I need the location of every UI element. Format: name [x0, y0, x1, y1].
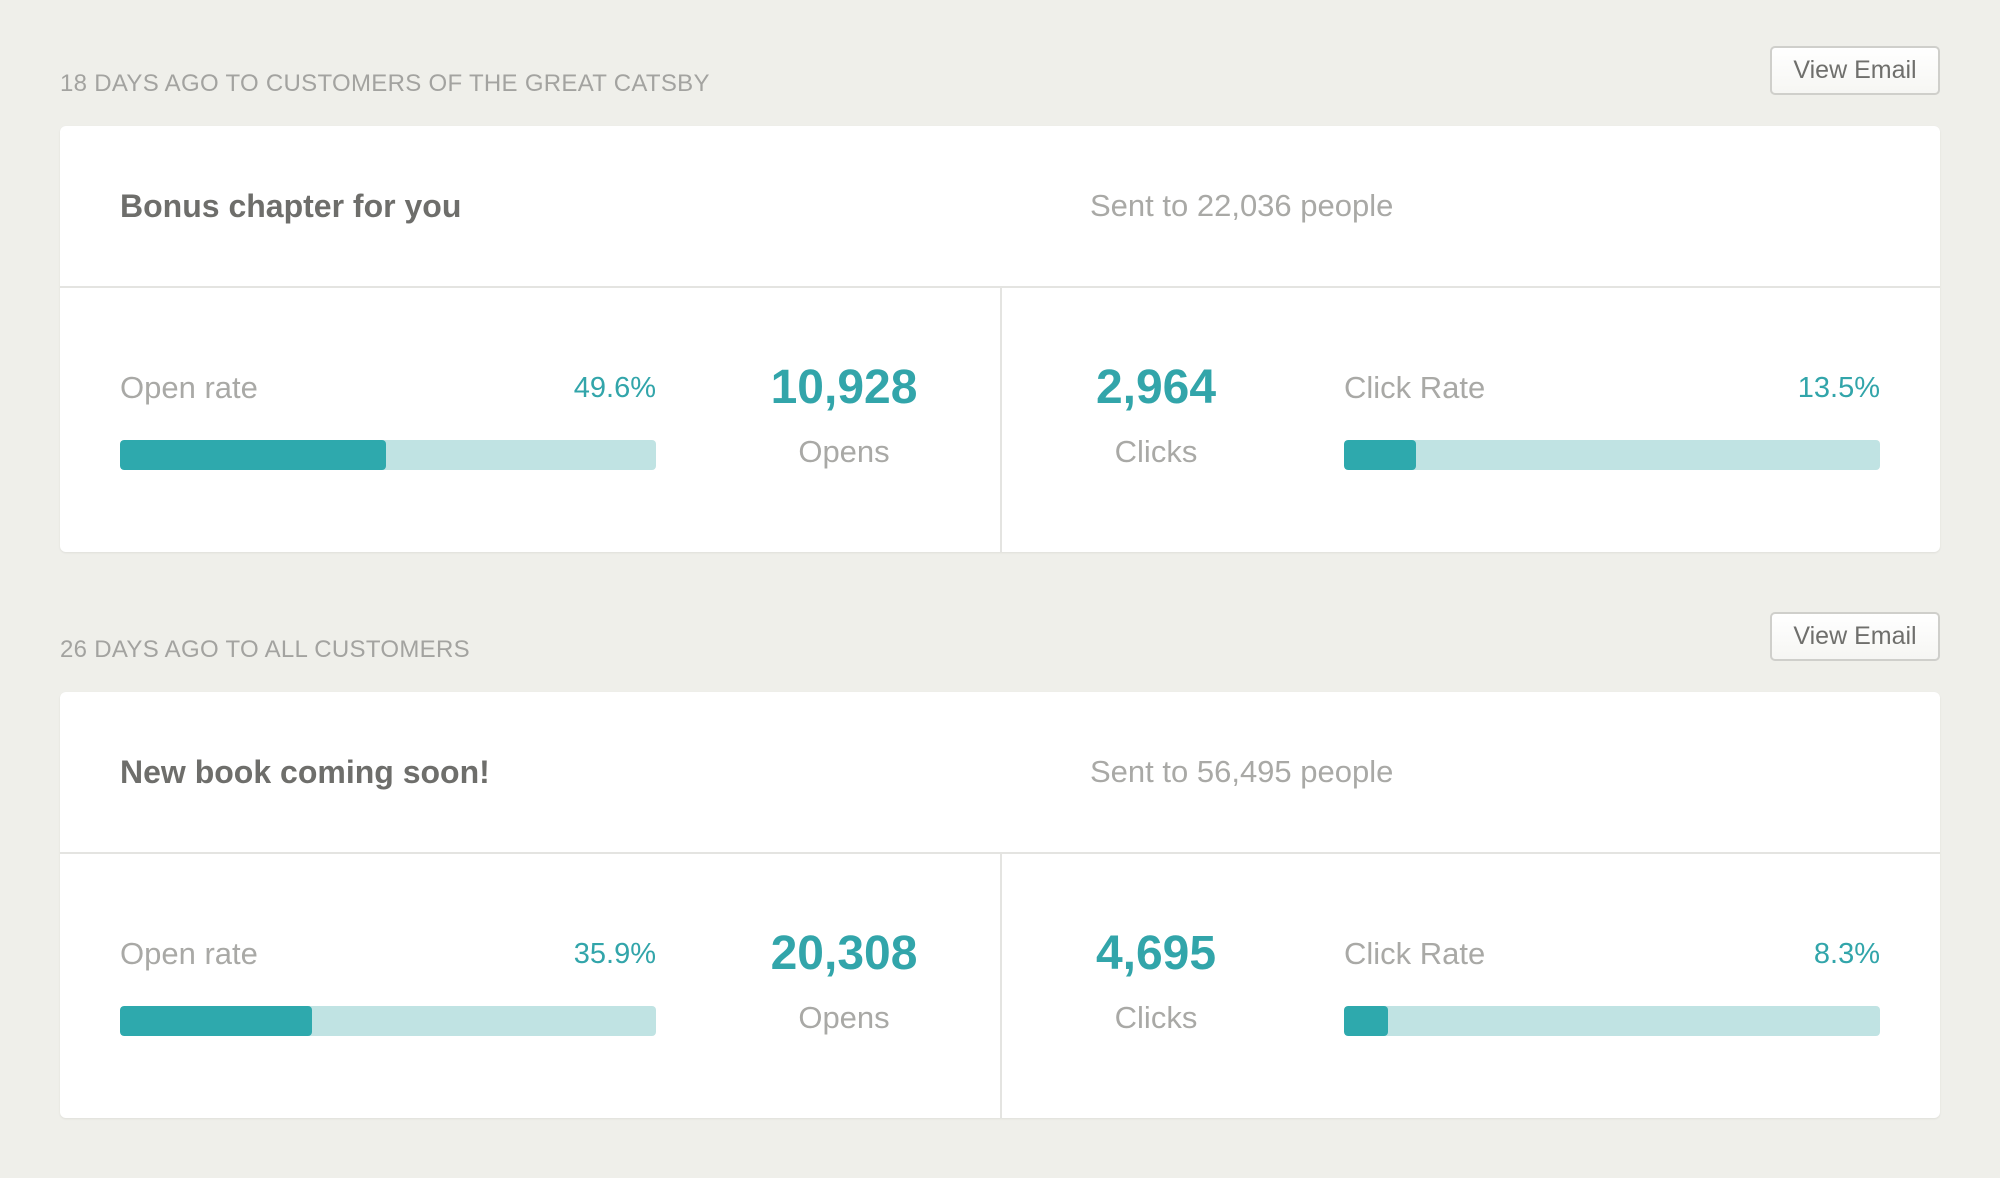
click-rate-bar	[1344, 1006, 1880, 1036]
clicks-label: Clicks	[1114, 1000, 1198, 1035]
email-subject: Bonus chapter for you	[120, 188, 462, 224]
campaign-header: 26 DAYS AGO TO ALL CUSTOMERS View Email	[60, 612, 1940, 692]
opens-label: Opens	[798, 1000, 890, 1035]
view-email-button[interactable]: View Email	[1770, 46, 1940, 95]
view-email-button[interactable]: View Email	[1770, 612, 1940, 661]
campaign-section: 26 DAYS AGO TO ALL CUSTOMERS View Email …	[60, 612, 1940, 1118]
open-rate-label: Open rate	[120, 370, 258, 405]
clicks-count: 4,695	[1095, 927, 1217, 980]
open-rate-bar-fill	[120, 440, 386, 470]
stats-divider	[1000, 288, 1002, 552]
opens-count: 10,928	[770, 361, 918, 414]
card-stats: Open rate 35.9% 20,308 Opens 4,695 Click…	[60, 854, 1940, 1118]
click-rate-bar-fill	[1344, 440, 1417, 470]
click-rate-percent: 8.3%	[1813, 938, 1880, 970]
click-rate-bar-fill	[1344, 1006, 1389, 1036]
sent-to-count: Sent to 22,036 people	[1090, 188, 1394, 223]
card-summary: New book coming soon! Sent to 56,495 peo…	[60, 692, 1940, 854]
click-rate-label: Click Rate	[1344, 370, 1486, 405]
click-rate-percent: 13.5%	[1797, 372, 1880, 404]
open-rate-bar-fill	[120, 1006, 313, 1036]
email-subject: New book coming soon!	[120, 754, 490, 790]
click-rate-bar	[1344, 440, 1880, 470]
clicks-label: Clicks	[1114, 434, 1198, 469]
open-rate-percent: 35.9%	[573, 938, 656, 970]
opens-count: 20,308	[770, 927, 918, 980]
card-summary: Bonus chapter for you Sent to 22,036 peo…	[60, 126, 1940, 288]
campaign-card: Bonus chapter for you Sent to 22,036 peo…	[60, 126, 1940, 552]
stats-divider	[1000, 854, 1002, 1118]
open-rate-percent: 49.6%	[573, 372, 656, 404]
open-rate-label: Open rate	[120, 936, 258, 971]
open-rate-bar	[120, 440, 656, 470]
campaign-section: 18 DAYS AGO TO CUSTOMERS OF THE GREAT CA…	[60, 46, 1940, 552]
clicks-count: 2,964	[1095, 361, 1217, 414]
click-rate-label: Click Rate	[1344, 936, 1486, 971]
campaign-meta: 26 DAYS AGO TO ALL CUSTOMERS	[60, 636, 470, 663]
campaign-meta: 18 DAYS AGO TO CUSTOMERS OF THE GREAT CA…	[60, 70, 710, 97]
campaign-card: New book coming soon! Sent to 56,495 peo…	[60, 692, 1940, 1118]
sent-to-count: Sent to 56,495 people	[1090, 754, 1394, 789]
opens-label: Opens	[798, 434, 890, 469]
campaign-header: 18 DAYS AGO TO CUSTOMERS OF THE GREAT CA…	[60, 46, 1940, 126]
card-stats: Open rate 49.6% 10,928 Opens 2,964 Click…	[60, 288, 1940, 552]
open-rate-bar	[120, 1006, 656, 1036]
